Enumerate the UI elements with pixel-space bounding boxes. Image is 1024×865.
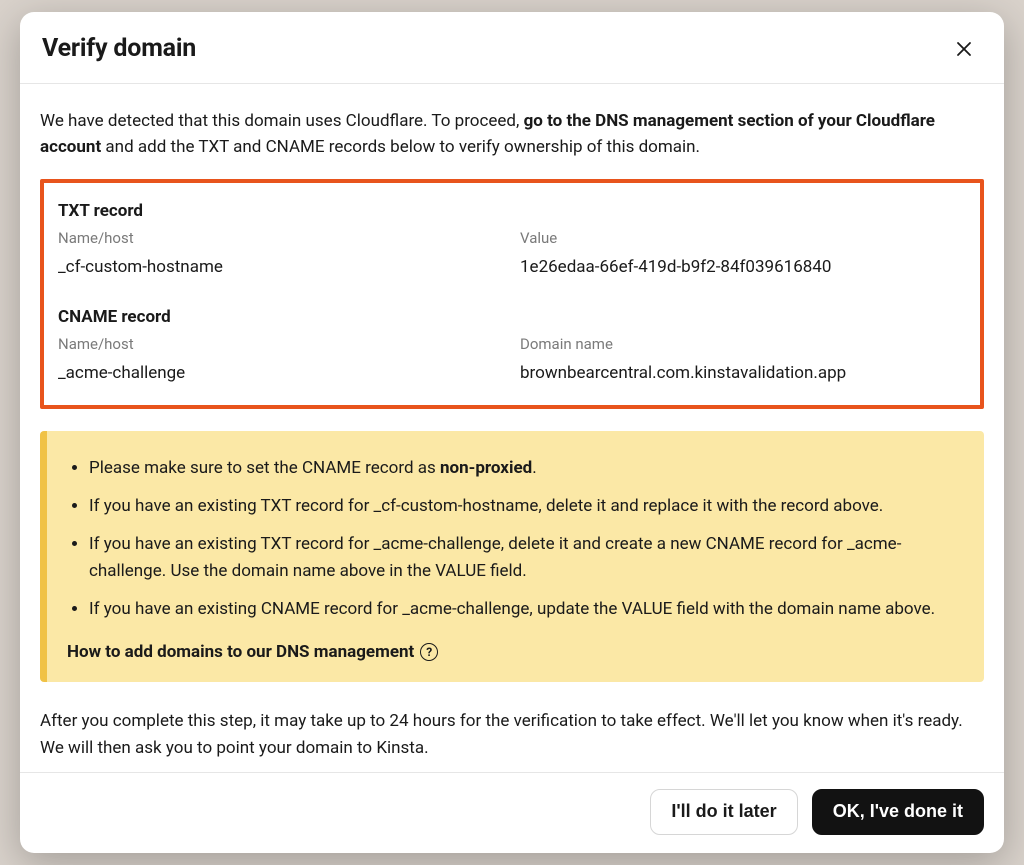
cname-value-value: brownbearcentral.com.kinstavalidation.ap…: [520, 363, 962, 383]
note-item-2: If you have an existing TXT record for _…: [89, 493, 962, 519]
cname-value-label: Domain name: [520, 335, 962, 353]
question-circle-icon: ?: [420, 643, 438, 661]
cname-name-label: Name/host: [58, 335, 500, 353]
ok-done-button[interactable]: OK, I've done it: [812, 789, 984, 835]
background-blurred-text: [0, 140, 18, 740]
help-link[interactable]: How to add domains to our DNS management…: [67, 642, 438, 662]
note1-bold: non-proxied: [440, 458, 532, 478]
intro-lead: We have detected that this domain uses C…: [40, 111, 524, 131]
note-item-4: If you have an existing CNAME record for…: [89, 596, 962, 622]
cname-name-value: _acme-challenge: [58, 363, 500, 383]
cname-value-col: Domain name brownbearcentral.com.kinstav…: [520, 335, 962, 383]
intro-text: We have detected that this domain uses C…: [40, 108, 984, 161]
help-link-text: How to add domains to our DNS management: [67, 642, 414, 662]
txt-value-label: Value: [520, 229, 962, 247]
note-item-1: Please make sure to set the CNAME record…: [89, 455, 962, 481]
close-button[interactable]: [950, 35, 978, 63]
note1-post: .: [532, 458, 536, 478]
records-highlight-box: TXT record Name/host _cf-custom-hostname…: [40, 179, 984, 409]
cname-name-col: Name/host _acme-challenge: [58, 335, 500, 383]
txt-name-label: Name/host: [58, 229, 500, 247]
cname-record-grid: Name/host _acme-challenge Domain name br…: [58, 335, 962, 383]
close-icon: [956, 41, 972, 57]
modal-footer: I'll do it later OK, I've done it: [20, 772, 1004, 853]
txt-record-grid: Name/host _cf-custom-hostname Value 1e26…: [58, 229, 962, 277]
intro-tail: and add the TXT and CNAME records below …: [101, 137, 700, 157]
modal-title: Verify domain: [42, 34, 196, 63]
txt-value-col: Value 1e26edaa-66ef-419d-b9f2-84f0396168…: [520, 229, 962, 277]
note-item-3: If you have an existing TXT record for _…: [89, 531, 962, 584]
notes-list: Please make sure to set the CNAME record…: [67, 455, 962, 623]
do-it-later-button[interactable]: I'll do it later: [650, 789, 797, 835]
cname-record-heading: CNAME record: [58, 307, 962, 327]
note1-pre: Please make sure to set the CNAME record…: [89, 458, 440, 478]
modal-header: Verify domain: [20, 12, 1004, 84]
txt-name-value: _cf-custom-hostname: [58, 257, 500, 277]
outro-text: After you complete this step, it may tak…: [40, 708, 984, 761]
txt-name-col: Name/host _cf-custom-hostname: [58, 229, 500, 277]
modal-body: We have detected that this domain uses C…: [20, 84, 1004, 772]
txt-record-heading: TXT record: [58, 201, 962, 221]
txt-value-value: 1e26edaa-66ef-419d-b9f2-84f039616840: [520, 257, 962, 277]
notes-callout: Please make sure to set the CNAME record…: [40, 431, 984, 683]
verify-domain-modal: Verify domain We have detected that this…: [20, 12, 1004, 853]
